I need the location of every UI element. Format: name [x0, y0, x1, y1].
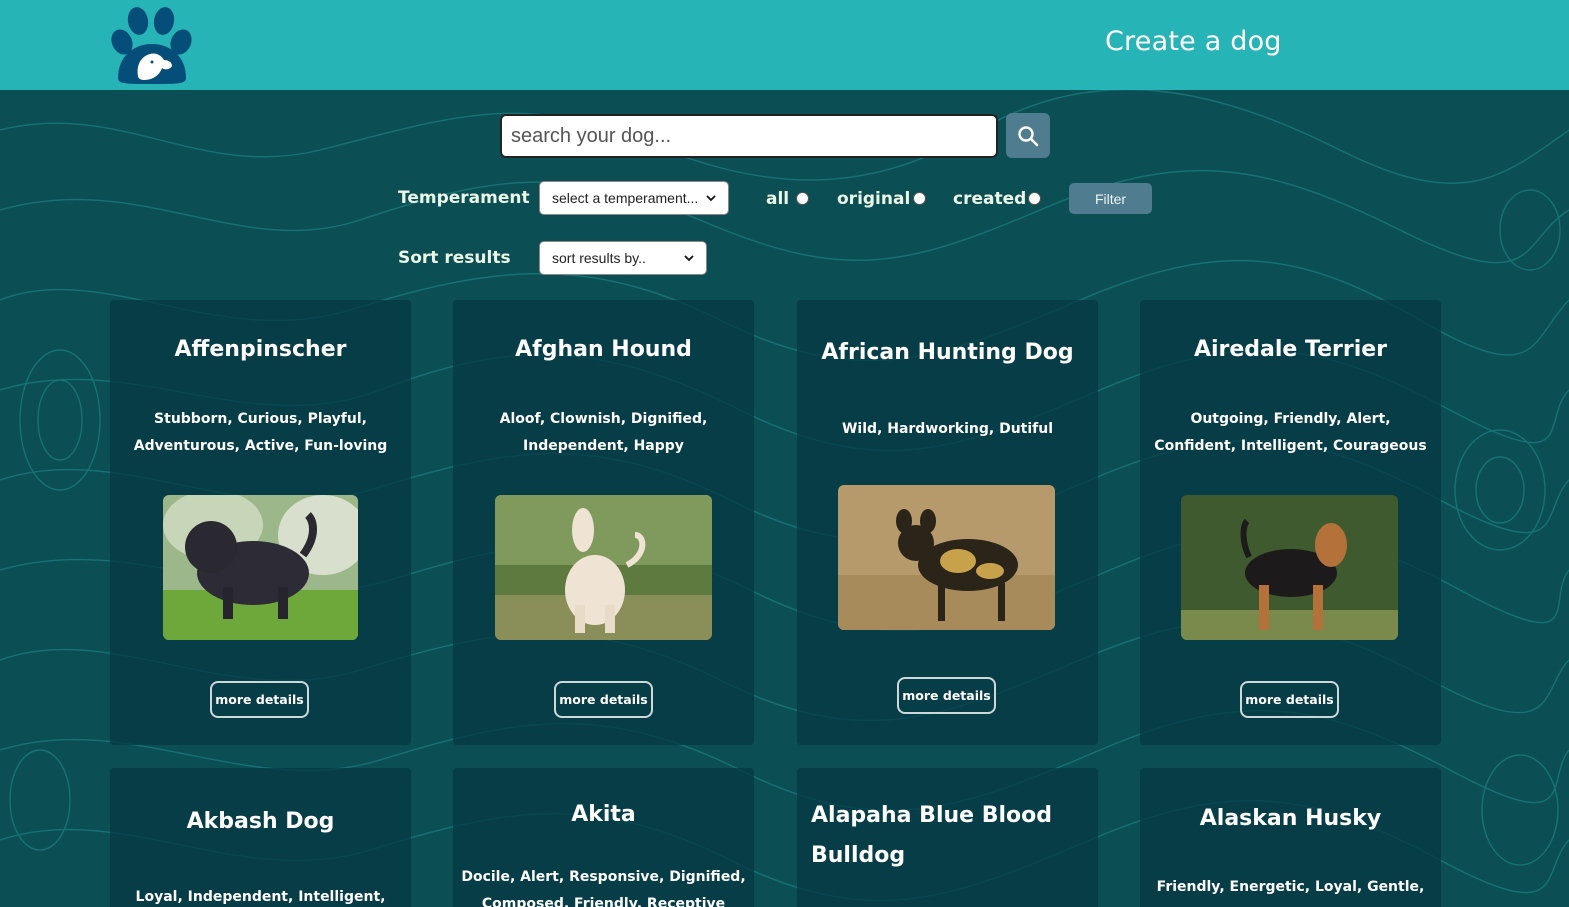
dog-image [1181, 495, 1398, 640]
chevron-down-icon [684, 254, 694, 261]
dog-name: Akita [571, 802, 636, 827]
dog-card[interactable]: Akita Docile, Alert, Responsive, Dignifi… [453, 768, 754, 907]
dog-temperament: Docile, Alert, Responsive, Dignified, Co… [461, 869, 746, 907]
paw-dog-logo[interactable] [108, 4, 196, 86]
dog-card[interactable]: Afghan Hound Aloof, Clownish, Dignified,… [453, 300, 754, 745]
more-details-button[interactable]: more details [1240, 681, 1339, 718]
radio-original[interactable] [913, 192, 926, 205]
dog-card[interactable]: Affenpinscher Stubborn, Curious, Playful… [110, 300, 411, 745]
dog-temperament: Wild, Hardworking, Dutiful [841, 421, 1054, 437]
more-details-button[interactable]: more details [897, 677, 996, 714]
radio-created[interactable] [1028, 192, 1041, 205]
radio-original-label: original [837, 189, 911, 209]
chevron-down-icon [706, 194, 716, 201]
create-dog-link[interactable]: Create a dog [1105, 26, 1282, 57]
dog-image [495, 495, 712, 640]
search-input[interactable] [500, 114, 998, 158]
top-header: Create a dog [0, 0, 1569, 90]
dog-name: Alaskan Husky [1199, 806, 1382, 831]
dog-image [838, 485, 1055, 630]
dog-name: Akbash Dog [186, 809, 335, 834]
temperament-select[interactable]: select a temperament... [539, 181, 729, 215]
dog-name: Alapaha Blue Blood Bulldog [811, 803, 1053, 868]
dog-temperament: Aloof, Clownish, Dignified, Independent,… [499, 411, 708, 454]
dog-temperament: Outgoing, Friendly, Alert, Confident, In… [1154, 411, 1427, 454]
radio-created-label: created [953, 189, 1027, 209]
more-details-button[interactable]: more details [210, 681, 309, 718]
dog-card[interactable]: Akbash Dog Loyal, Independent, Intellige… [110, 768, 411, 907]
dog-name: Airedale Terrier [1193, 337, 1388, 362]
radio-all-label: all [766, 189, 790, 209]
temperament-label: Temperament [398, 188, 530, 208]
radio-all[interactable] [796, 192, 809, 205]
dog-card[interactable]: Alaskan Husky Friendly, Energetic, Loyal… [1140, 768, 1441, 907]
sort-select[interactable]: sort results by.. [539, 241, 707, 275]
dog-temperament: Friendly, Energetic, Loyal, Gentle, [1156, 879, 1425, 895]
dog-card[interactable]: Alapaha Blue Blood Bulldog [797, 768, 1098, 907]
search-icon [1018, 125, 1039, 146]
temperament-select-value: select a temperament... [552, 190, 699, 206]
dog-name: Afghan Hound [515, 337, 692, 362]
sort-select-value: sort results by.. [552, 250, 646, 266]
sort-label: Sort results [398, 248, 511, 268]
dog-card[interactable]: Airedale Terrier Outgoing, Friendly, Ale… [1140, 300, 1441, 745]
search-button[interactable] [1006, 113, 1050, 158]
dog-temperament: Stubborn, Curious, Playful, Adventurous,… [133, 411, 388, 454]
dog-name: African Hunting Dog [821, 340, 1074, 365]
dog-image [163, 495, 358, 640]
more-details-button[interactable]: more details [554, 681, 653, 718]
filter-button[interactable]: Filter [1069, 183, 1152, 214]
dog-temperament: Loyal, Independent, Intelligent, Brave [135, 889, 386, 905]
dog-name: Affenpinscher [174, 337, 347, 362]
dog-card[interactable]: African Hunting Dog Wild, Hardworking, D… [797, 300, 1098, 745]
